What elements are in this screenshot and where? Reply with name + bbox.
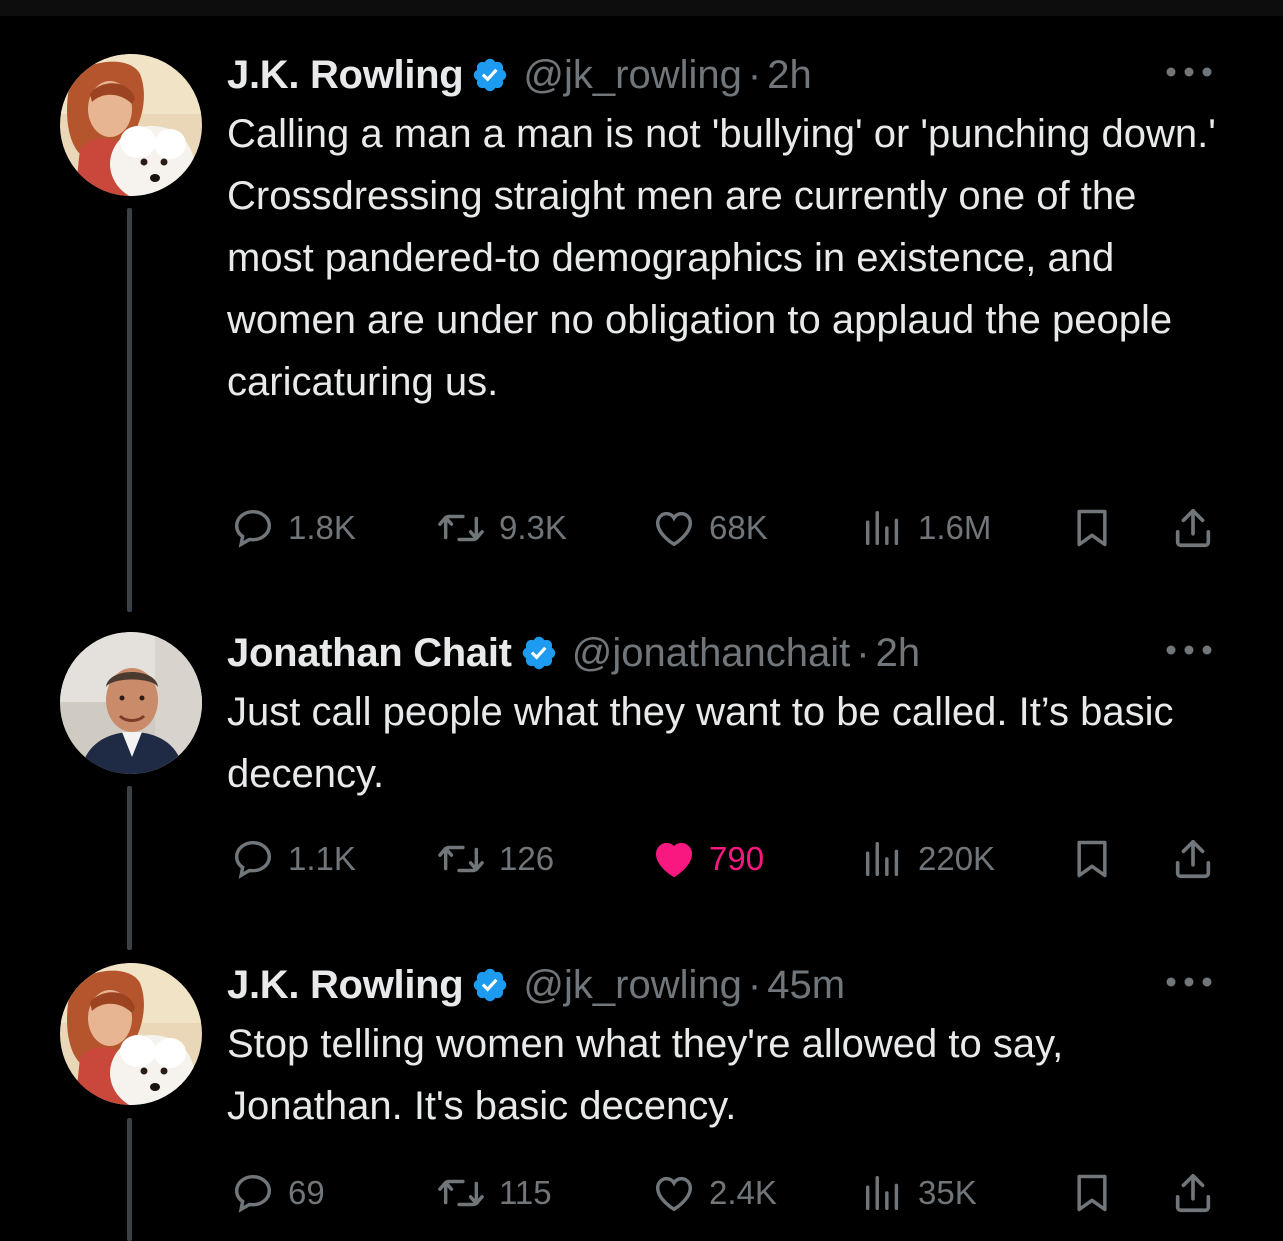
- verified-badge-icon: [471, 56, 509, 94]
- handle[interactable]: @jonathanchait: [572, 631, 851, 676]
- tweet-2[interactable]: Jonathan Chait @jonathanchait · 2h Just …: [0, 620, 1283, 950]
- views-button[interactable]: 35K: [860, 1168, 977, 1218]
- views-button[interactable]: 220K: [860, 834, 995, 884]
- thread-line: [127, 1118, 132, 1241]
- thread-line: [127, 786, 132, 950]
- reply-button[interactable]: 69: [230, 1168, 325, 1218]
- share-icon: [1175, 839, 1211, 879]
- reply-icon: [234, 840, 272, 879]
- repost-button[interactable]: 115: [435, 1168, 552, 1218]
- repost-button[interactable]: 126: [435, 834, 554, 884]
- bookmark-icon: [1077, 840, 1107, 878]
- views-icon: [865, 510, 899, 546]
- repost-count: 115: [499, 1174, 552, 1211]
- heart-icon: [655, 842, 693, 878]
- display-name[interactable]: Jonathan Chait: [227, 631, 512, 676]
- views-count: 35K: [918, 1174, 977, 1211]
- repost-icon: [438, 1179, 484, 1207]
- tweet-header: Jonathan Chait @jonathanchait · 2h: [227, 627, 1227, 679]
- like-count: 68K: [709, 509, 768, 546]
- display-name[interactable]: J.K. Rowling: [227, 963, 464, 1008]
- like-button[interactable]: 68K: [651, 503, 768, 553]
- handle[interactable]: @jk_rowling: [523, 963, 741, 1008]
- reply-icon: [234, 1174, 272, 1213]
- avatar-woman-with-dog[interactable]: [60, 54, 202, 196]
- views-count: 220K: [918, 840, 996, 877]
- repost-icon: [438, 845, 484, 873]
- verified-badge-icon: [520, 634, 558, 672]
- more-icon[interactable]: [1161, 635, 1217, 665]
- like-button[interactable]: 2.4K: [651, 1168, 777, 1218]
- bookmark-icon: [1077, 1174, 1107, 1212]
- repost-button[interactable]: 9.3K: [435, 503, 567, 553]
- avatar-man-in-suit[interactable]: [60, 632, 202, 774]
- more-icon[interactable]: [1161, 967, 1217, 997]
- tweet-text: Just call people what they want to be ca…: [227, 690, 1174, 796]
- repost-count: 126: [499, 840, 555, 877]
- tweet-header: J.K. Rowling @jk_rowling · 45m: [227, 959, 1227, 1011]
- heart-icon: [655, 1176, 693, 1212]
- repost-icon: [438, 514, 484, 542]
- bookmark-button[interactable]: [1070, 834, 1114, 884]
- share-icon: [1175, 508, 1211, 548]
- like-count: 790: [709, 840, 765, 877]
- action-bar: 69 115 2.4K 35K: [227, 1168, 1227, 1218]
- bookmark-button[interactable]: [1070, 503, 1114, 553]
- reply-button[interactable]: 1.8K: [230, 503, 356, 553]
- separator: ·: [856, 630, 870, 675]
- heart-icon: [655, 511, 693, 547]
- tweet-text: Calling a man a man is not 'bullying' or…: [227, 112, 1216, 404]
- views-icon: [865, 1175, 899, 1211]
- views-button[interactable]: 1.6M: [860, 503, 991, 553]
- tweet-header: J.K. Rowling @jk_rowling · 2h: [227, 49, 1227, 101]
- handle[interactable]: @jk_rowling: [523, 53, 741, 98]
- share-icon: [1175, 1173, 1211, 1213]
- action-bar: 1.8K 9.3K 68K 1.6M: [227, 503, 1227, 553]
- thread-line: [127, 208, 132, 612]
- share-button[interactable]: [1170, 1168, 1216, 1218]
- reply-count: 1.8K: [288, 509, 356, 546]
- separator: ·: [747, 962, 762, 1007]
- views-count: 1.6M: [918, 509, 992, 546]
- share-button[interactable]: [1170, 503, 1216, 553]
- more-icon[interactable]: [1161, 57, 1217, 87]
- reply-button[interactable]: 1.1K: [230, 834, 356, 884]
- timestamp[interactable]: 2h: [876, 631, 921, 676]
- views-icon: [865, 841, 899, 877]
- reply-count: 1.1K: [288, 840, 356, 877]
- timestamp[interactable]: 2h: [767, 53, 812, 98]
- tweet-1[interactable]: J.K. Rowling @jk_rowling · 2h Calling a …: [0, 0, 1283, 620]
- tweet-3[interactable]: J.K. Rowling @jk_rowling · 45m Stop tell…: [0, 950, 1283, 1241]
- separator: ·: [747, 52, 762, 97]
- reply-icon: [234, 509, 272, 548]
- reply-count: 69: [288, 1174, 325, 1211]
- repost-count: 9.3K: [499, 509, 567, 546]
- display-name[interactable]: J.K. Rowling: [227, 53, 464, 98]
- tweet-text: Stop telling women what they're allowed …: [227, 1022, 1064, 1128]
- share-button[interactable]: [1170, 834, 1216, 884]
- bookmark-button[interactable]: [1070, 1168, 1114, 1218]
- avatar-woman-with-dog[interactable]: [60, 963, 202, 1105]
- verified-badge-icon: [471, 966, 509, 1004]
- bookmark-icon: [1077, 509, 1107, 547]
- action-bar: 1.1K 126 790 220K: [227, 834, 1227, 884]
- like-button[interactable]: 790: [651, 834, 764, 884]
- timestamp[interactable]: 45m: [767, 963, 845, 1008]
- like-count: 2.4K: [709, 1174, 777, 1211]
